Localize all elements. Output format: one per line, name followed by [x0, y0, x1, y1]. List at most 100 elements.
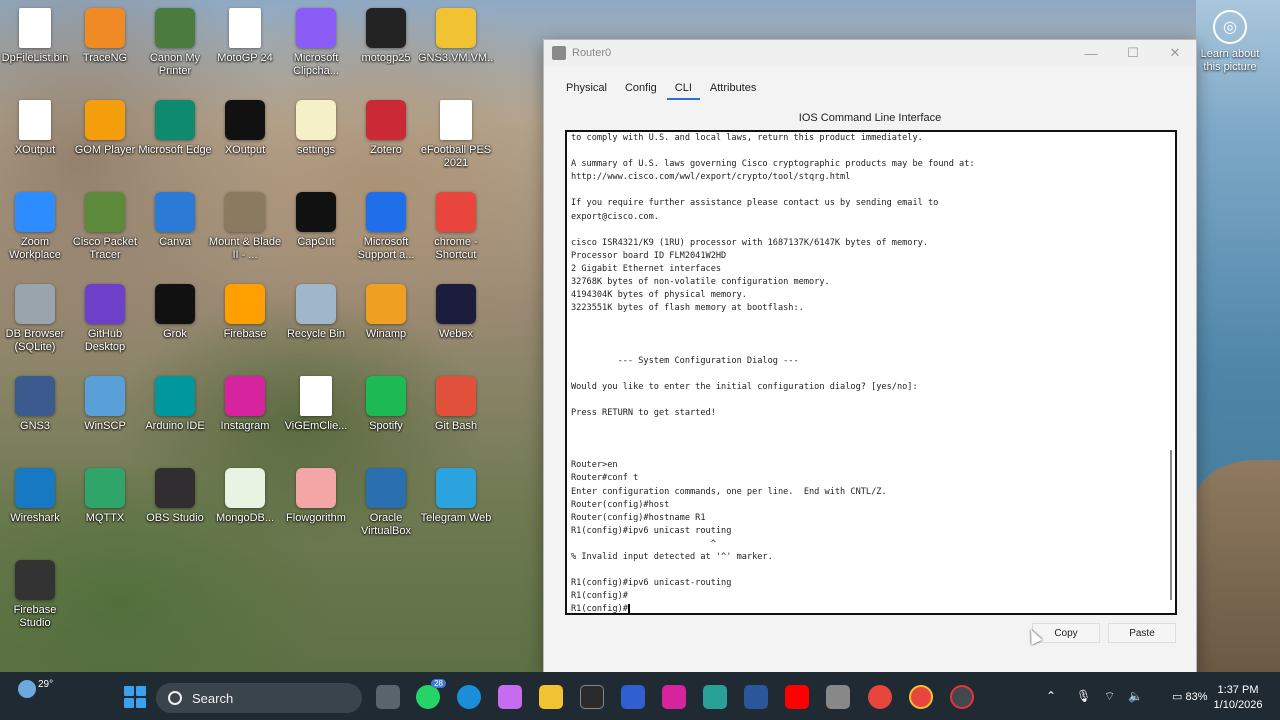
- desktop-shortcut[interactable]: XOutput: [210, 100, 280, 188]
- desktop-shortcut[interactable]: Mount & Blade II - ...: [209, 192, 281, 280]
- weather-widget[interactable]: 29°: [18, 679, 53, 698]
- desktop-shortcut[interactable]: Canon My Printer: [140, 8, 210, 96]
- desktop-shortcut[interactable]: TraceNG: [70, 8, 140, 96]
- desktop-shortcut[interactable]: Winamp: [351, 284, 421, 372]
- desktop-shortcut[interactable]: Microsoft Support a...: [351, 192, 421, 280]
- desktop-shortcut[interactable]: GNS3.VM.VM...: [418, 8, 494, 96]
- wifi-icon[interactable]: ⌔: [1104, 689, 1115, 704]
- tab-attributes[interactable]: Attributes: [702, 78, 764, 100]
- youtube-icon[interactable]: [785, 685, 809, 709]
- winamp-icon: [366, 284, 406, 324]
- desktop-shortcut[interactable]: GOM Player: [70, 100, 140, 188]
- learn-about-picture[interactable]: ◎ Learn about this picture: [1200, 10, 1260, 74]
- desktop-shortcut[interactable]: chrome - Shortcut: [421, 192, 491, 280]
- flowgorithm-icon: [296, 468, 336, 508]
- desktop-shortcut[interactable]: Telegram Web: [421, 468, 491, 556]
- desktop-shortcut[interactable]: Instagram: [210, 376, 280, 464]
- desktop-shortcut[interactable]: Spotify: [351, 376, 421, 464]
- taskbar-search[interactable]: Search: [156, 683, 362, 713]
- desktop-shortcut[interactable]: MQTTX: [70, 468, 140, 556]
- desktop-shortcut[interactable]: OBS Studio: [140, 468, 210, 556]
- terminal-icon[interactable]: [580, 685, 604, 709]
- desktop-shortcut[interactable]: MotoGP 24: [210, 8, 280, 96]
- chrome-taskbar-icon-2[interactable]: [909, 685, 933, 709]
- desktop-shortcut[interactable]: Oracle VirtualBox: [351, 468, 421, 556]
- desktop-shortcut[interactable]: Zoom Workplace: [0, 192, 70, 280]
- desktop-shortcut-label: Spotify: [369, 420, 403, 432]
- powershell-icon[interactable]: [621, 685, 645, 709]
- paste-button[interactable]: Paste: [1108, 623, 1176, 643]
- terminal-line: cisco ISR4321/K9 (1RU) processor with 16…: [571, 237, 928, 248]
- desktop-shortcut[interactable]: Firebase Studio: [0, 560, 70, 648]
- taskbar-clock[interactable]: 1:37 PM 1/10/2026: [1208, 683, 1268, 713]
- tab-cli[interactable]: CLI: [666, 78, 700, 100]
- start-button[interactable]: [124, 686, 146, 708]
- window-titlebar[interactable]: Router0 — ☐ ✕: [544, 40, 1196, 66]
- notepad-icon[interactable]: [703, 685, 727, 709]
- desktop-shortcut[interactable]: Recycle Bin: [281, 284, 351, 372]
- maximize-button[interactable]: ☐: [1112, 40, 1154, 66]
- desktop-shortcut[interactable]: MongoDB...: [210, 468, 280, 556]
- desktop-shortcut[interactable]: Canva: [140, 192, 210, 280]
- cli-terminal[interactable]: to comply with U.S. and local laws, retu…: [565, 130, 1177, 615]
- desktop-shortcut[interactable]: Microsoft Clipcha...: [281, 8, 351, 96]
- desktop-shortcut[interactable]: Wireshark: [0, 468, 70, 556]
- desktop-shortcut[interactable]: Cisco Packet Tracer: [70, 192, 140, 280]
- epic-games-icon: [366, 8, 406, 48]
- terminal-scrollbar[interactable]: [1170, 450, 1172, 600]
- support-icon: [366, 192, 406, 232]
- desktop-shortcut[interactable]: XOutput: [0, 100, 70, 188]
- desktop-shortcut-label: Cisco Packet Tracer: [72, 236, 138, 261]
- minimize-button[interactable]: —: [1070, 40, 1112, 66]
- desktop-shortcut[interactable]: settings: [281, 100, 351, 188]
- desktop-shortcut[interactable]: Flowgorithm: [281, 468, 351, 556]
- desktop-shortcut[interactable]: Webex: [421, 284, 491, 372]
- desktop-shortcut[interactable]: Firebase: [210, 284, 280, 372]
- desktop-shortcut[interactable]: motogp25: [351, 8, 421, 96]
- battery-indicator[interactable]: ▭ 83%: [1172, 690, 1207, 703]
- folder-icon: [436, 8, 476, 48]
- tools-icon[interactable]: [826, 685, 850, 709]
- desktop-shortcut[interactable]: Arduino IDE: [140, 376, 210, 464]
- terminal-line: Processor board ID FLM2041W2HD: [571, 250, 727, 261]
- router-window: Router0 — ☐ ✕ Physical Config CLI Attrib…: [543, 39, 1197, 675]
- copy-button[interactable]: Copy: [1032, 623, 1100, 643]
- desktop-shortcut[interactable]: CapCut: [281, 192, 351, 280]
- tab-physical[interactable]: Physical: [558, 78, 615, 100]
- terminal-line: R1(config)#: [571, 591, 628, 602]
- terminal-line: % Invalid input detected at '^' marker.: [571, 552, 773, 562]
- desktop-shortcut-label: Wireshark: [10, 512, 60, 524]
- desktop-shortcut[interactable]: GNS3: [0, 376, 70, 464]
- task-view-icon[interactable]: [376, 685, 400, 709]
- desktop-shortcut[interactable]: DpFileList.bin: [0, 8, 70, 96]
- desktop-shortcut[interactable]: GitHub Desktop: [70, 284, 140, 372]
- edge-taskbar-icon[interactable]: [457, 685, 481, 709]
- chrome-taskbar-icon[interactable]: [868, 685, 892, 709]
- copilot-icon[interactable]: [498, 685, 522, 709]
- tab-config[interactable]: Config: [617, 78, 665, 100]
- desktop-shortcut[interactable]: Git Bash: [421, 376, 491, 464]
- instagram-taskbar-icon[interactable]: [662, 685, 686, 709]
- desktop-shortcut[interactable]: DB Browser (SQLite): [0, 284, 70, 372]
- desktop-shortcut[interactable]: Microsoft Edge: [138, 100, 212, 188]
- desktop-shortcut[interactable]: eFootball PES 2021: [421, 100, 491, 188]
- desktop-shortcut[interactable]: Grok: [140, 284, 210, 372]
- packet-tracer-taskbar-icon[interactable]: [950, 685, 974, 709]
- weather-icon: [18, 680, 36, 698]
- camera-icon: ◎: [1213, 10, 1247, 44]
- desktop-shortcut[interactable]: ViGEmClie...: [281, 376, 351, 464]
- close-button[interactable]: ✕: [1154, 40, 1196, 66]
- volume-icon[interactable]: 🔈: [1128, 689, 1143, 703]
- cli-title: IOS Command Line Interface: [798, 112, 942, 124]
- whatsapp-icon[interactable]: 28: [416, 679, 446, 709]
- word-icon[interactable]: [744, 685, 768, 709]
- file-icon: [300, 376, 332, 416]
- microphone-icon[interactable]: 🎙: [1076, 689, 1091, 703]
- chevron-up-icon[interactable]: ⌃: [1046, 689, 1056, 703]
- desktop-shortcut[interactable]: Zotero: [351, 100, 421, 188]
- desktop-shortcut[interactable]: WinSCP: [70, 376, 140, 464]
- file-explorer-icon[interactable]: [539, 685, 563, 709]
- desktop-shortcut-label: Zotero: [370, 144, 402, 156]
